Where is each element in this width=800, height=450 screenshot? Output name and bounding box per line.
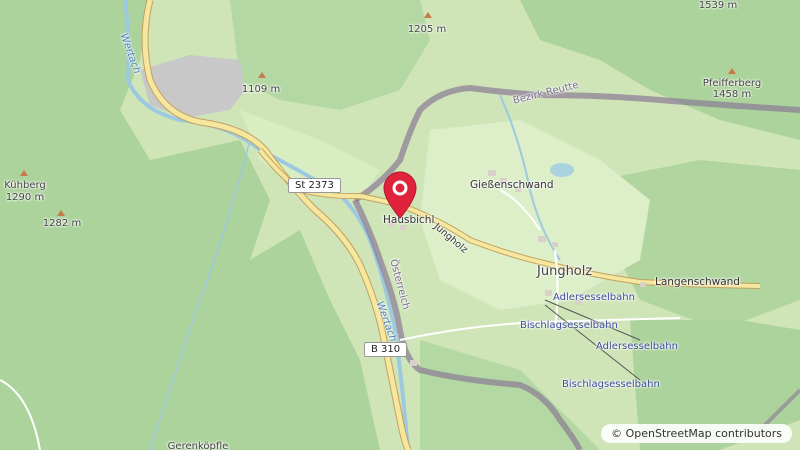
elevation-label: 1205 m — [407, 24, 447, 35]
road-shield-b310: B 310 — [364, 342, 408, 357]
place-label-giessenschwand[interactable]: Gießenschwand — [470, 179, 553, 191]
place-label-gerenkoepfle: Gerenköpfle — [167, 441, 229, 450]
peak-triangle-icon — [258, 72, 266, 78]
lift-label: Adlersesselbahn — [596, 341, 678, 352]
lift-label: Adlersesselbahn — [553, 292, 635, 303]
place-label-pfeifferberg: Pfeifferberg — [702, 78, 762, 89]
map-view[interactable]: 1205 m 1109 m Kühberg 1290 m 1282 m Pfei… — [0, 0, 800, 450]
elevation-label: 1458 m — [712, 89, 752, 100]
elevation-label: 1539 m — [698, 0, 738, 11]
place-label-jungholz[interactable]: Jungholz — [537, 264, 592, 280]
peak-triangle-icon — [57, 210, 65, 216]
location-pin-icon[interactable] — [380, 170, 420, 220]
lift-label: Bischlagsesselbahn — [520, 320, 618, 331]
peak-triangle-icon — [424, 12, 432, 18]
place-label-langenschwand[interactable]: Langenschwand — [655, 276, 740, 288]
road-shield-st2373: St 2373 — [288, 178, 341, 193]
peak-triangle-icon — [20, 170, 28, 176]
map-attribution[interactable]: © OpenStreetMap contributors — [601, 424, 792, 443]
place-label-kuhberg: Kühberg — [4, 180, 46, 191]
elevation-label: 1290 m — [5, 192, 45, 203]
elevation-label: 1282 m — [42, 218, 82, 229]
peak-triangle-icon — [728, 68, 736, 74]
elevation-label: 1109 m — [241, 84, 281, 95]
lift-label: Bischlagsesselbahn — [562, 379, 660, 390]
